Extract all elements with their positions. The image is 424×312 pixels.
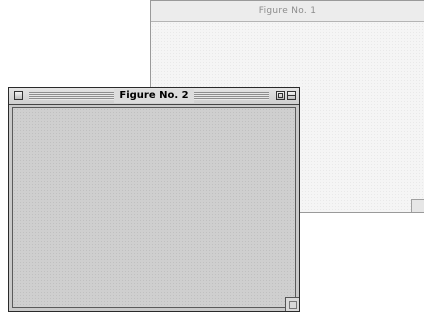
collapse-box-icon[interactable] <box>287 91 296 100</box>
window-title-bar[interactable]: Figure No. 1 <box>151 1 424 22</box>
resize-handle[interactable] <box>285 297 299 311</box>
figure-window-2[interactable]: Figure No. 2 <box>8 87 300 312</box>
zoom-box-icon[interactable] <box>276 91 285 100</box>
window-title-bar[interactable]: Figure No. 2 <box>9 88 299 105</box>
figure-canvas[interactable] <box>12 107 296 308</box>
resize-handle[interactable] <box>411 199 424 212</box>
window-title: Figure No. 1 <box>258 6 317 16</box>
window-title: Figure No. 2 <box>114 89 194 103</box>
window-title-wrap: Figure No. 2 <box>9 88 299 104</box>
